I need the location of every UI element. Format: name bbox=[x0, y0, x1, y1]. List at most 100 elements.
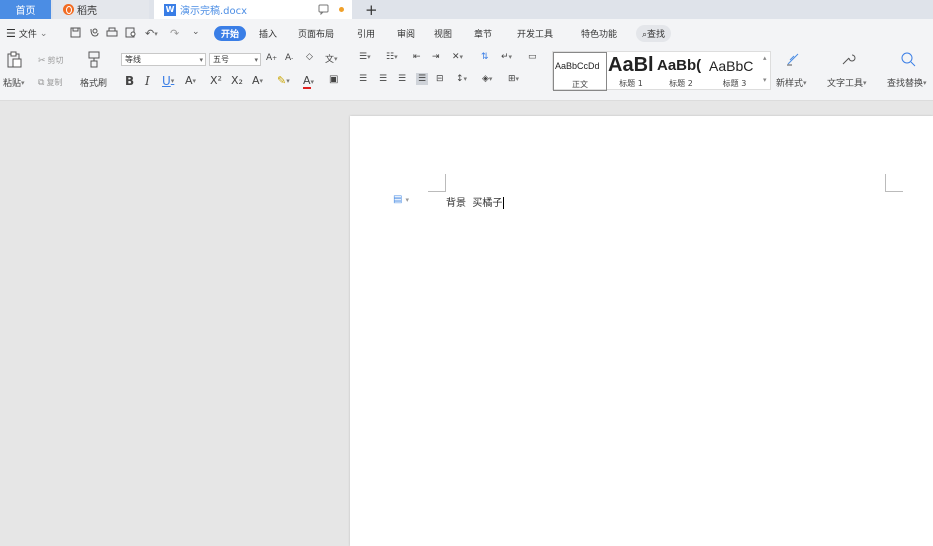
new-style-button[interactable]: 新样式 ▾ bbox=[776, 76, 807, 90]
table-grid-icon[interactable]: ▭ bbox=[528, 52, 537, 62]
tab-references[interactable]: 引用 bbox=[357, 19, 375, 48]
clear-format-icon[interactable]: ◇ bbox=[306, 52, 313, 62]
font-color-icon[interactable]: A ▾ bbox=[303, 74, 314, 89]
chinese-layout-icon[interactable]: ✕ ▾ bbox=[452, 52, 463, 62]
document-page[interactable] bbox=[350, 116, 933, 546]
show-marks-icon[interactable]: ↵ ▾ bbox=[501, 52, 512, 62]
comment-icon[interactable] bbox=[318, 4, 329, 15]
font-name-select[interactable]: 等线 ▾ bbox=[121, 53, 206, 66]
strikethrough-icon[interactable]: A ▾ bbox=[185, 74, 196, 87]
copy-icon: ⧉ bbox=[38, 77, 45, 88]
tab-view[interactable]: 视图 bbox=[434, 19, 452, 48]
tab-home[interactable]: 首页 bbox=[0, 0, 51, 19]
tab-references-label: 引用 bbox=[357, 30, 376, 40]
document-text[interactable]: 背景 买橘子 bbox=[446, 194, 505, 209]
italic-label: I bbox=[145, 74, 150, 88]
tab-page-layout-label: 页面布局 bbox=[298, 30, 335, 40]
tab-insert[interactable]: 插入 bbox=[259, 19, 277, 48]
unsaved-dot-icon bbox=[339, 7, 344, 12]
subscript-icon[interactable]: X₂ bbox=[231, 74, 243, 87]
borders-icon[interactable]: ⊞ ▾ bbox=[508, 74, 519, 84]
new-tab-button[interactable]: + bbox=[365, 0, 378, 19]
tab-page-layout[interactable]: 页面布局 bbox=[298, 19, 334, 48]
align-left-icon[interactable]: ☰ bbox=[359, 74, 367, 84]
paragraph-handle-icon[interactable]: ▤ ▾ bbox=[393, 194, 409, 205]
styles-scroll-down-icon[interactable]: ▾ bbox=[763, 76, 767, 84]
format-painter-label: 格式刷 bbox=[80, 79, 108, 89]
style-sample: AaBbCcDd bbox=[555, 61, 600, 71]
italic-button[interactable]: I bbox=[145, 74, 150, 88]
justify-icon[interactable]: ☰ bbox=[416, 73, 429, 85]
decrease-indent-icon[interactable]: ⇤ bbox=[413, 52, 421, 62]
find-replace-label: 查找替换 bbox=[887, 79, 924, 89]
numbering-icon[interactable]: ☷ ▾ bbox=[386, 52, 398, 62]
tab-features[interactable]: 特色功能 bbox=[581, 19, 617, 48]
styles-scroll-up-icon[interactable]: ▴ bbox=[763, 54, 767, 62]
text-tools-button[interactable]: 文字工具 ▾ bbox=[827, 76, 867, 90]
tab-home-label: 首页 bbox=[15, 6, 36, 17]
style-sample: AaBb( bbox=[657, 57, 702, 74]
format-painter-icon[interactable] bbox=[87, 51, 101, 68]
export-pdf-icon[interactable] bbox=[89, 27, 100, 38]
tab-developer-label: 开发工具 bbox=[517, 30, 554, 40]
format-painter-button[interactable]: 格式刷 bbox=[80, 76, 107, 89]
search-label: 查找 bbox=[647, 30, 666, 40]
superscript-icon[interactable]: X² bbox=[210, 74, 222, 87]
distributed-align-icon[interactable]: ⊟ bbox=[436, 74, 444, 84]
tab-insert-label: 插入 bbox=[259, 30, 278, 40]
tab-daoke-label: 稻壳 bbox=[77, 6, 97, 17]
copy-label: 复制 bbox=[46, 78, 63, 87]
customize-toolbar-chevron-icon[interactable]: ⌄ bbox=[192, 27, 200, 37]
copy-button[interactable]: ⧉ 复制 bbox=[38, 77, 62, 88]
char-border-icon[interactable]: ▣ bbox=[329, 74, 338, 85]
text-effects-icon[interactable]: A ▾ bbox=[252, 74, 263, 87]
margin-corner-top-right bbox=[885, 174, 903, 192]
increase-indent-icon[interactable]: ⇥ bbox=[432, 52, 440, 62]
shrink-font-icon[interactable]: A- bbox=[285, 53, 293, 63]
text-tools-label: 文字工具 bbox=[827, 79, 864, 89]
sort-icon[interactable]: ⇅ bbox=[481, 52, 489, 62]
underline-button[interactable]: U ▾ bbox=[162, 74, 174, 88]
style-heading-1[interactable]: AaBl 标题 1 bbox=[607, 52, 655, 91]
phonetic-guide-icon[interactable]: 文 ▾ bbox=[325, 52, 338, 66]
style-sample: AaBl bbox=[608, 54, 654, 76]
highlight-icon[interactable]: ✎ ▾ bbox=[277, 74, 290, 87]
text-cursor bbox=[503, 197, 505, 209]
align-right-icon[interactable]: ☰ bbox=[398, 74, 406, 84]
bold-button[interactable]: B bbox=[125, 74, 134, 88]
style-heading-3[interactable]: AaBbC 标题 3 bbox=[707, 52, 762, 91]
new-style-icon[interactable] bbox=[785, 51, 801, 67]
find-replace-button[interactable]: 查找替换 ▾ bbox=[887, 76, 927, 90]
file-menu[interactable]: ☰ 文件 ⌄ bbox=[6, 19, 47, 48]
style-name: 标题 1 bbox=[619, 79, 643, 88]
undo-icon[interactable]: ↶ ▾ bbox=[145, 27, 158, 40]
line-spacing-icon[interactable]: ↕ ▾ bbox=[456, 74, 467, 84]
cut-button[interactable]: ✂ 剪切 bbox=[38, 55, 64, 66]
bullets-icon[interactable]: ☰ ▾ bbox=[359, 52, 371, 62]
font-size-select[interactable]: 五号 ▾ bbox=[209, 53, 261, 66]
margin-corner-top-left bbox=[428, 174, 446, 192]
tab-chapter[interactable]: 章节 bbox=[474, 19, 492, 48]
shading-icon[interactable]: ◈ ▾ bbox=[482, 74, 492, 84]
print-icon[interactable] bbox=[106, 27, 118, 38]
save-icon[interactable] bbox=[70, 27, 81, 38]
wrench-icon[interactable] bbox=[840, 51, 856, 67]
align-center-icon[interactable]: ☰ bbox=[379, 74, 387, 84]
grow-font-icon[interactable]: A + bbox=[266, 53, 277, 63]
tab-view-label: 视图 bbox=[434, 30, 453, 40]
paste-button[interactable]: 粘贴 ▾ bbox=[3, 76, 25, 90]
find-replace-icon[interactable] bbox=[900, 51, 916, 67]
style-heading-2[interactable]: AaBb( 标题 2 bbox=[655, 52, 707, 91]
redo-icon[interactable]: ↷ bbox=[170, 27, 179, 40]
new-style-label: 新样式 bbox=[776, 79, 804, 89]
tab-start[interactable]: 开始 bbox=[214, 19, 247, 48]
tab-start-label: 开始 bbox=[214, 26, 247, 41]
style-normal[interactable]: AaBbCcDd 正文 bbox=[553, 52, 607, 91]
paste-icon[interactable] bbox=[6, 51, 22, 68]
print-preview-icon[interactable] bbox=[125, 27, 137, 38]
tab-daoke[interactable]: 稻壳 bbox=[53, 0, 149, 19]
search-button[interactable]: ⌕查找 bbox=[636, 19, 672, 48]
tab-developer[interactable]: 开发工具 bbox=[517, 19, 553, 48]
tab-review[interactable]: 审阅 bbox=[397, 19, 415, 48]
cut-label: 剪切 bbox=[47, 56, 64, 65]
